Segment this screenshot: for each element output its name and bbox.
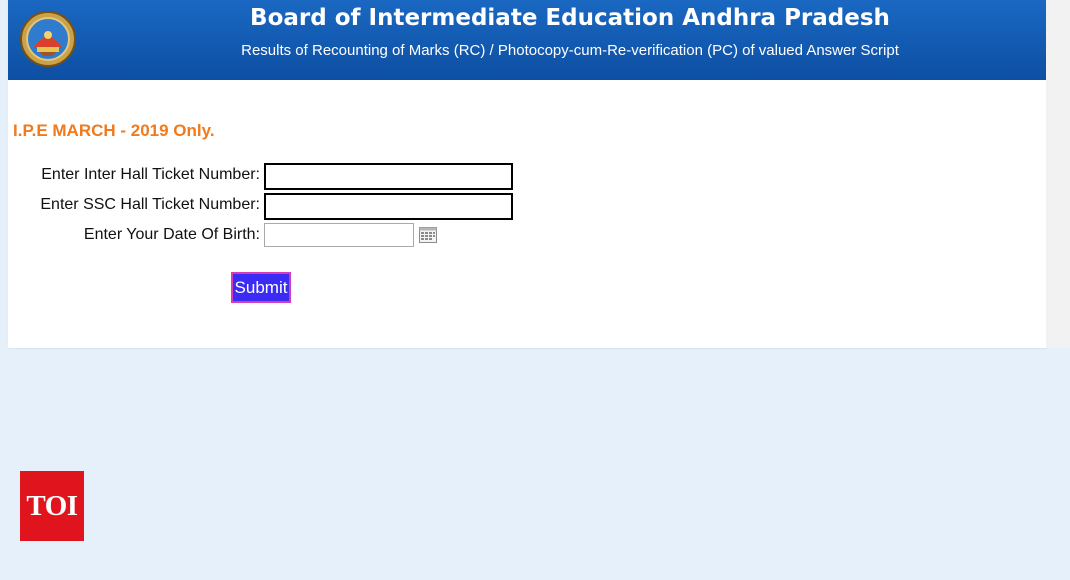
scrollbar-track: [1046, 0, 1070, 348]
page: Board of Intermediate Education Andhra P…: [0, 0, 1070, 580]
date-of-birth-input[interactable]: [264, 223, 414, 247]
calendar-icon[interactable]: [419, 227, 437, 243]
ssc-hall-ticket-label: Enter SSC Hall Ticket Number:: [40, 196, 260, 213]
toi-logo: TOI: [20, 471, 84, 541]
inter-hall-ticket-input[interactable]: [264, 163, 513, 190]
submit-button[interactable]: Submit: [231, 272, 291, 303]
state-emblem-icon: [20, 11, 76, 67]
date-of-birth-label: Enter Your Date Of Birth:: [83, 226, 260, 243]
exam-session-label: I.P.E MARCH - 2019 Only.: [13, 121, 215, 140]
inter-hall-ticket-label: Enter Inter Hall Ticket Number:: [41, 166, 260, 183]
header-subtitle: Results of Recounting of Marks (RC) / Ph…: [241, 42, 899, 59]
ssc-hall-ticket-input[interactable]: [264, 193, 513, 220]
header-title: Board of Intermediate Education Andhra P…: [250, 5, 890, 31]
